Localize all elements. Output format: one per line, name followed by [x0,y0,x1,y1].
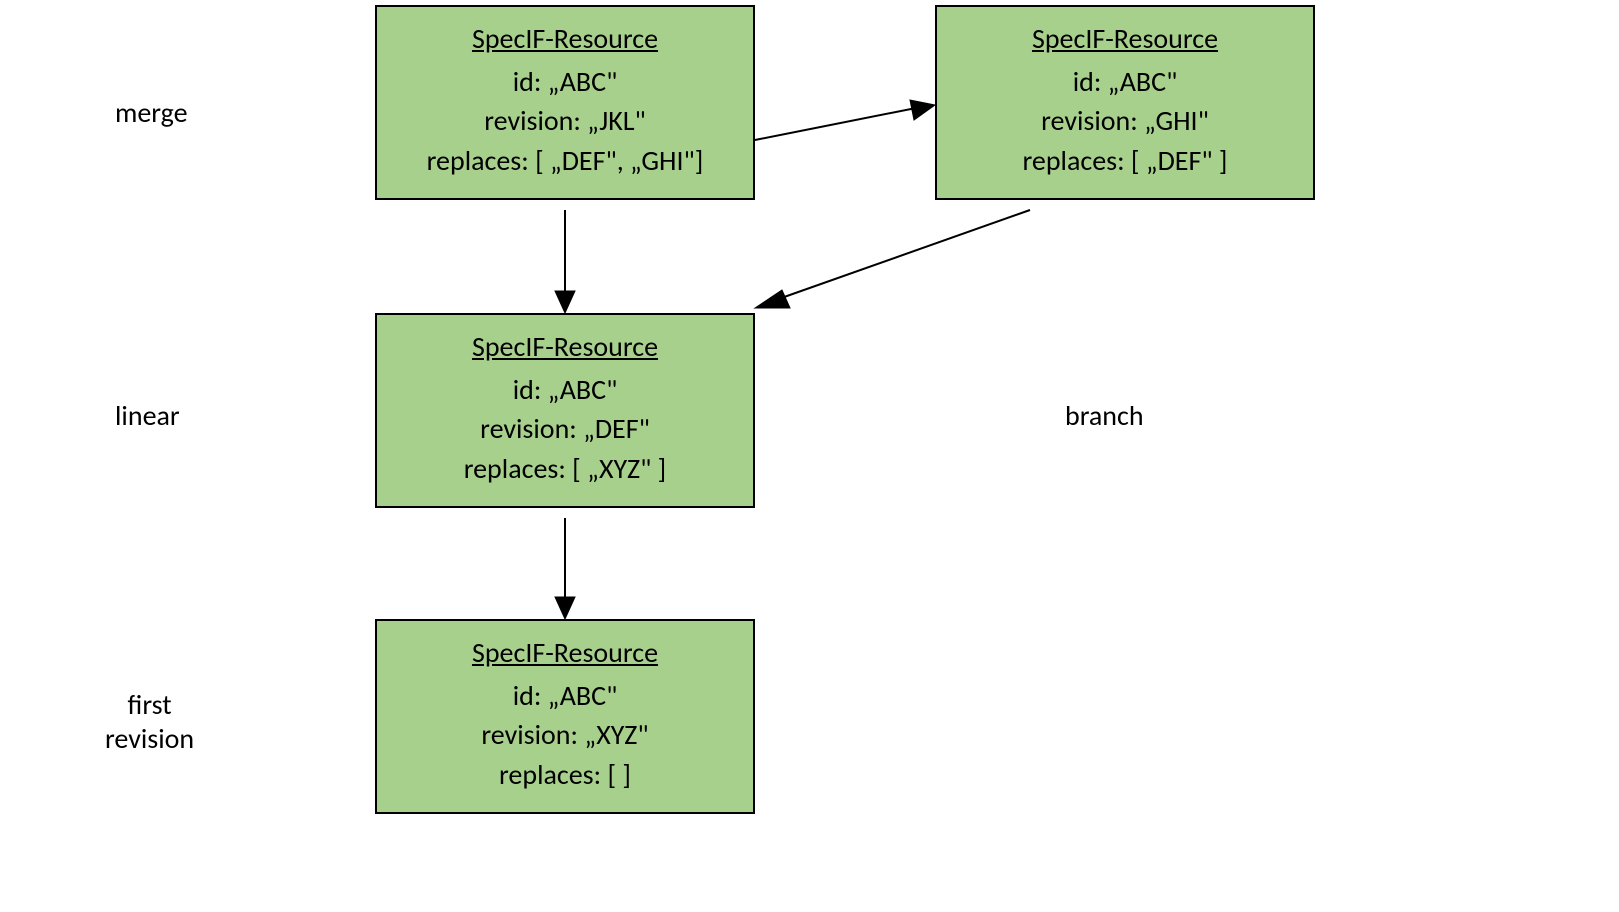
box-rep: replaces: [ „DEF", „GHI"] [385,141,745,180]
box-rev: revision: „GHI" [945,101,1305,140]
arrow-jkl-to-def [555,210,575,313]
box-id: id: „ABC" [385,370,745,409]
label-branch: branch [1065,398,1144,433]
box-rev: revision: „DEF" [385,409,745,448]
resource-box-def: SpecIF-Resource id: „ABC" revision: „DEF… [375,313,755,508]
box-id: id: „ABC" [385,62,745,101]
label-linear: linear [115,398,180,433]
resource-box-xyz: SpecIF-Resource id: „ABC" revision: „XYZ… [375,619,755,814]
arrow-jkl-to-ghi [755,100,935,140]
box-title: SpecIF-Resource [385,327,745,366]
resource-box-jkl: SpecIF-Resource id: „ABC" revision: „JKL… [375,5,755,200]
box-rep: replaces: [ „XYZ" ] [385,449,745,488]
arrows-layer [0,0,1619,912]
box-rev: revision: „JKL" [385,101,745,140]
box-rep: replaces: [ ] [385,755,745,794]
box-rev: revision: „XYZ" [385,715,745,754]
box-id: id: „ABC" [385,676,745,715]
box-title: SpecIF-Resource [945,19,1305,58]
resource-box-ghi: SpecIF-Resource id: „ABC" revision: „GHI… [935,5,1315,200]
label-merge: merge [115,95,188,130]
diagram-canvas: merge linear first revision branch SpecI… [0,0,1619,912]
box-title: SpecIF-Resource [385,19,745,58]
box-title: SpecIF-Resource [385,633,745,672]
arrow-def-to-xyz [555,518,575,619]
box-rep: replaces: [ „DEF" ] [945,141,1305,180]
label-first-revision: first revision [105,688,194,755]
box-id: id: „ABC" [945,62,1305,101]
arrow-ghi-to-def [755,210,1030,308]
